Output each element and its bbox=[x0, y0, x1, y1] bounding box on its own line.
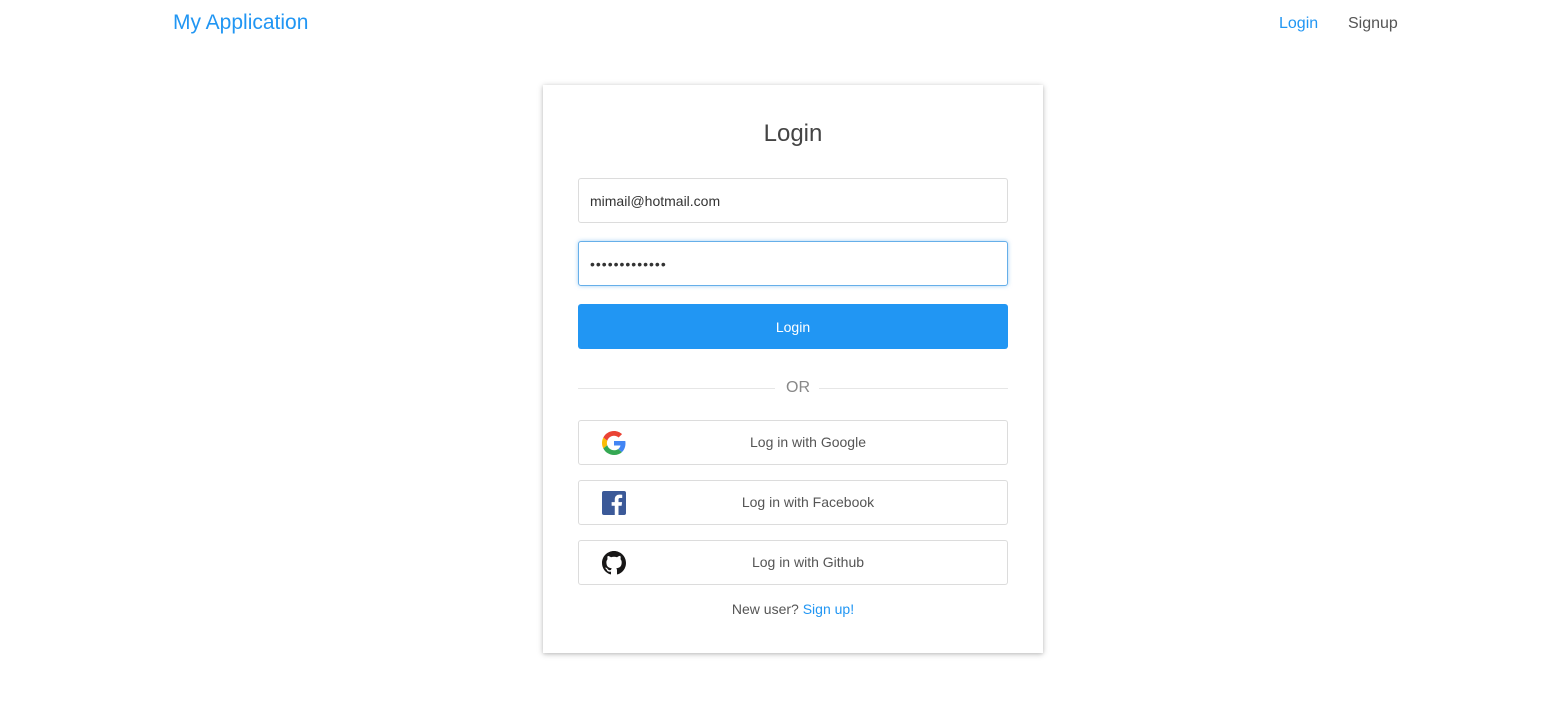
password-field[interactable] bbox=[578, 241, 1008, 286]
facebook-login-label: Log in with Facebook bbox=[741, 494, 875, 510]
or-divider: OR bbox=[578, 377, 1008, 397]
facebook-login-button[interactable]: Log in with Facebook bbox=[578, 480, 1008, 525]
nav-login-link[interactable]: Login bbox=[1279, 15, 1318, 33]
login-title: Login bbox=[763, 120, 823, 147]
github-login-button[interactable]: Log in with Github bbox=[578, 540, 1008, 585]
google-login-button[interactable]: Log in with Google bbox=[578, 420, 1008, 465]
google-login-label: Log in with Google bbox=[750, 434, 866, 450]
github-login-label: Log in with Github bbox=[751, 554, 865, 570]
divider-line-right bbox=[819, 388, 1008, 389]
signup-link[interactable]: Sign up! bbox=[803, 601, 854, 617]
divider-line-left bbox=[578, 388, 775, 389]
login-card: Login Login OR Log in with Google Log in… bbox=[543, 85, 1043, 653]
top-navbar: My Application Login Signup bbox=[0, 0, 1553, 50]
divider-text: OR bbox=[786, 379, 810, 396]
new-user-text: New user? bbox=[731, 601, 799, 617]
brand-link[interactable]: My Application bbox=[173, 11, 308, 35]
nav-signup-link[interactable]: Signup bbox=[1348, 15, 1398, 33]
email-field[interactable] bbox=[578, 178, 1008, 223]
new-user-prompt: New user? Sign up! bbox=[543, 601, 1043, 617]
login-submit-button[interactable]: Login bbox=[578, 304, 1008, 349]
